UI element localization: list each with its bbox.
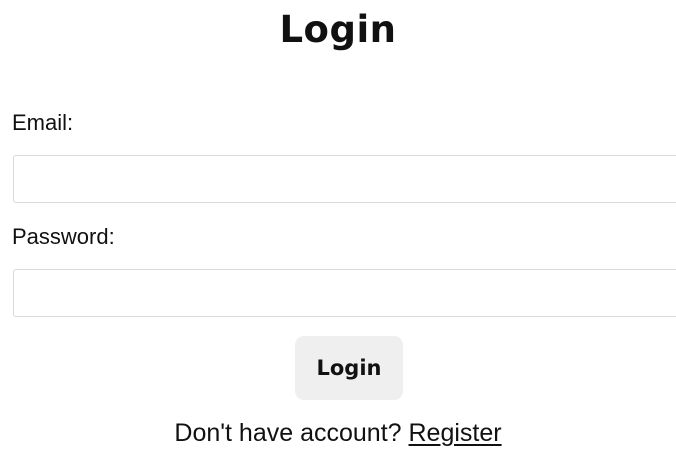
register-prompt-text: Don't have account? bbox=[174, 419, 409, 447]
register-prompt: Don't have account? Register bbox=[0, 418, 676, 448]
email-field[interactable] bbox=[13, 155, 676, 203]
password-label: Password: bbox=[12, 224, 115, 249]
login-button[interactable]: Login bbox=[295, 336, 403, 400]
password-field[interactable] bbox=[13, 269, 676, 317]
login-page: Login Email: Password: Login Don't have … bbox=[0, 0, 676, 450]
register-link[interactable]: Register bbox=[409, 419, 502, 447]
